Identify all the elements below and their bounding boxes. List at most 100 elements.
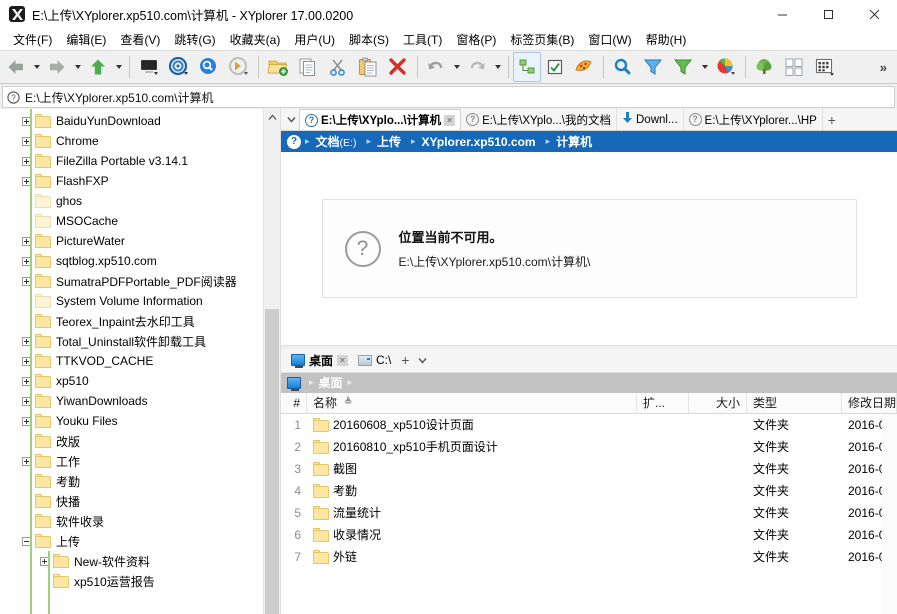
tree-item[interactable]: SumatraPDFPortable_PDF阅读器 [0, 271, 263, 291]
go-to-button[interactable] [224, 52, 254, 82]
col-ext-header[interactable]: 扩... [637, 393, 689, 413]
table-row[interactable]: 4考勤文件夹2016-08- [281, 480, 882, 502]
tree-item[interactable]: xp510运营报告 [0, 571, 263, 591]
tree-scroll-track[interactable] [264, 126, 280, 614]
tree-item[interactable]: 上传 [0, 531, 263, 551]
close-tab-icon[interactable]: ✕ [444, 115, 455, 126]
address-input[interactable]: E:\上传\XYplorer.xp510.com\计算机 [25, 89, 214, 106]
table-row[interactable]: 120160608_xp510设计页面文件夹2016-06- [281, 414, 882, 436]
table-row[interactable]: 6收录情况文件夹2016-08- [281, 524, 882, 546]
branch-view-button[interactable] [750, 52, 780, 82]
tree-item[interactable]: MSOCache [0, 211, 263, 231]
maximize-button[interactable] [805, 0, 851, 28]
tree-item[interactable]: Total_Uninstall软件卸载工具 [0, 331, 263, 351]
tree-item[interactable]: PictureWater [0, 231, 263, 251]
copy-button[interactable] [293, 52, 323, 82]
back-dropdown[interactable] [30, 52, 43, 82]
bottom-tab-2[interactable]: C:\ [353, 353, 396, 367]
menu-view[interactable]: 查看(V) [113, 29, 167, 50]
tab-list-dropdown[interactable] [283, 109, 299, 130]
tree-item[interactable]: sqtblog.xp510.com [0, 251, 263, 271]
tree-item[interactable]: FileZilla Portable v3.14.1 [0, 151, 263, 171]
redo-dropdown[interactable] [491, 52, 504, 82]
breadcrumb-crumb-3[interactable]: XYplorer.xp510.com [416, 135, 542, 149]
menu-tabsets[interactable]: 标签页集(B) [503, 29, 581, 50]
redo-button[interactable] [463, 52, 491, 82]
report-button[interactable] [569, 52, 599, 82]
tree-item[interactable]: 工作 [0, 451, 263, 471]
undo-dropdown[interactable] [450, 52, 463, 82]
close-button[interactable] [851, 0, 897, 28]
thumbnails-button[interactable] [810, 52, 840, 82]
menu-help[interactable]: 帮助(H) [639, 29, 694, 50]
tab-4[interactable]: ?E:\上传\XYplorer...\HP [684, 109, 823, 130]
tree-scroll-thumb[interactable] [265, 309, 279, 614]
target-button[interactable] [164, 52, 194, 82]
filter-dropdown[interactable] [698, 52, 711, 82]
menu-scripting[interactable]: 脚本(S) [342, 29, 396, 50]
breadcrumb-separator[interactable]: ▸ [348, 377, 353, 388]
address-bar[interactable]: ? E:\上传\XYplorer.xp510.com\计算机 [2, 86, 895, 108]
tree-item[interactable]: System Volume Information [0, 291, 263, 311]
tree-item[interactable]: xp510 [0, 371, 263, 391]
close-tab-icon[interactable]: ✕ [337, 355, 348, 366]
menu-go[interactable]: 跳转(G) [167, 29, 222, 50]
search-button[interactable] [608, 52, 638, 82]
menu-favorites[interactable]: 收藏夹(a) [223, 29, 288, 50]
tab-3[interactable]: Downl... [617, 109, 684, 130]
bottom-tab-dropdown[interactable] [414, 357, 430, 364]
up-button[interactable] [84, 52, 112, 82]
find-files-button[interactable] [194, 52, 224, 82]
up-dropdown[interactable] [112, 52, 125, 82]
cut-button[interactable] [323, 52, 353, 82]
tree-item[interactable]: BaiduYunDownload [0, 111, 263, 131]
tab-2[interactable]: ?E:\上传\XYplo...\我的文档 [461, 109, 617, 130]
breadcrumb-crumb-2[interactable]: 上传 [371, 133, 407, 150]
back-button[interactable] [2, 52, 30, 82]
tree-item[interactable]: Chrome [0, 131, 263, 151]
col-name-header[interactable]: 名称≜ [307, 393, 637, 413]
menu-window[interactable]: 窗口(W) [581, 29, 638, 50]
breadcrumb-crumb-1[interactable]: 文档(E:) [310, 133, 363, 150]
tree-item[interactable]: ghos [0, 191, 263, 211]
bottom-tab-1[interactable]: 桌面✕ [286, 352, 353, 369]
new-folder-button[interactable] [263, 52, 293, 82]
tree-item[interactable]: 快播 [0, 491, 263, 511]
table-row[interactable]: 5流量统计文件夹2016-08- [281, 502, 882, 524]
tree-item[interactable]: YiwanDownloads [0, 391, 263, 411]
tree-item[interactable]: Teorex_Inpaint去水印工具 [0, 311, 263, 331]
color-filter-button[interactable] [711, 52, 741, 82]
breadcrumb-crumb-4[interactable]: 计算机 [550, 133, 598, 150]
desktop-button[interactable] [134, 52, 164, 82]
tree-item[interactable]: TTKVOD_CACHE [0, 351, 263, 371]
new-tab-button[interactable]: + [823, 109, 841, 130]
tree-item[interactable]: Youku Files [0, 411, 263, 431]
menu-file[interactable]: 文件(F) [6, 29, 59, 50]
breadcrumb-crumb-desktop[interactable]: 桌面 [314, 374, 348, 391]
tree-item[interactable]: New-软件资料 [0, 551, 263, 571]
paste-button[interactable] [353, 52, 383, 82]
col-index-header[interactable]: # [281, 393, 307, 413]
toolbar-overflow-button[interactable]: » [880, 60, 887, 75]
col-type-header[interactable]: 类型 [747, 393, 842, 413]
undo-button[interactable] [422, 52, 450, 82]
tab-1[interactable]: ?E:\上传\XYplo...\计算机✕ [299, 109, 461, 130]
checkbox-select-button[interactable] [541, 52, 569, 82]
forward-button[interactable] [43, 52, 71, 82]
tree-item[interactable]: FlashFXP [0, 171, 263, 191]
menu-panes[interactable]: 窗格(P) [449, 29, 503, 50]
forward-dropdown[interactable] [71, 52, 84, 82]
tree-item[interactable]: 软件收录 [0, 511, 263, 531]
file-list-rows[interactable]: 120160608_xp510设计页面文件夹2016-06-220160810_… [281, 414, 882, 614]
col-modified-header[interactable]: 修改日期 [842, 393, 897, 413]
tree-node-button[interactable] [513, 52, 541, 82]
menu-edit[interactable]: 编辑(E) [59, 29, 113, 50]
table-row[interactable]: 3截图文件夹2016-08- [281, 458, 882, 480]
col-size-header[interactable]: 大小 [689, 393, 747, 413]
bottom-new-tab-button[interactable]: + [396, 352, 414, 368]
tree-item[interactable]: 改版 [0, 431, 263, 451]
table-row[interactable]: 220160810_xp510手机页面设计文件夹2016-08- [281, 436, 882, 458]
delete-button[interactable] [383, 52, 413, 82]
minimize-button[interactable] [759, 0, 805, 28]
tree-scrollbar[interactable] [263, 109, 280, 614]
